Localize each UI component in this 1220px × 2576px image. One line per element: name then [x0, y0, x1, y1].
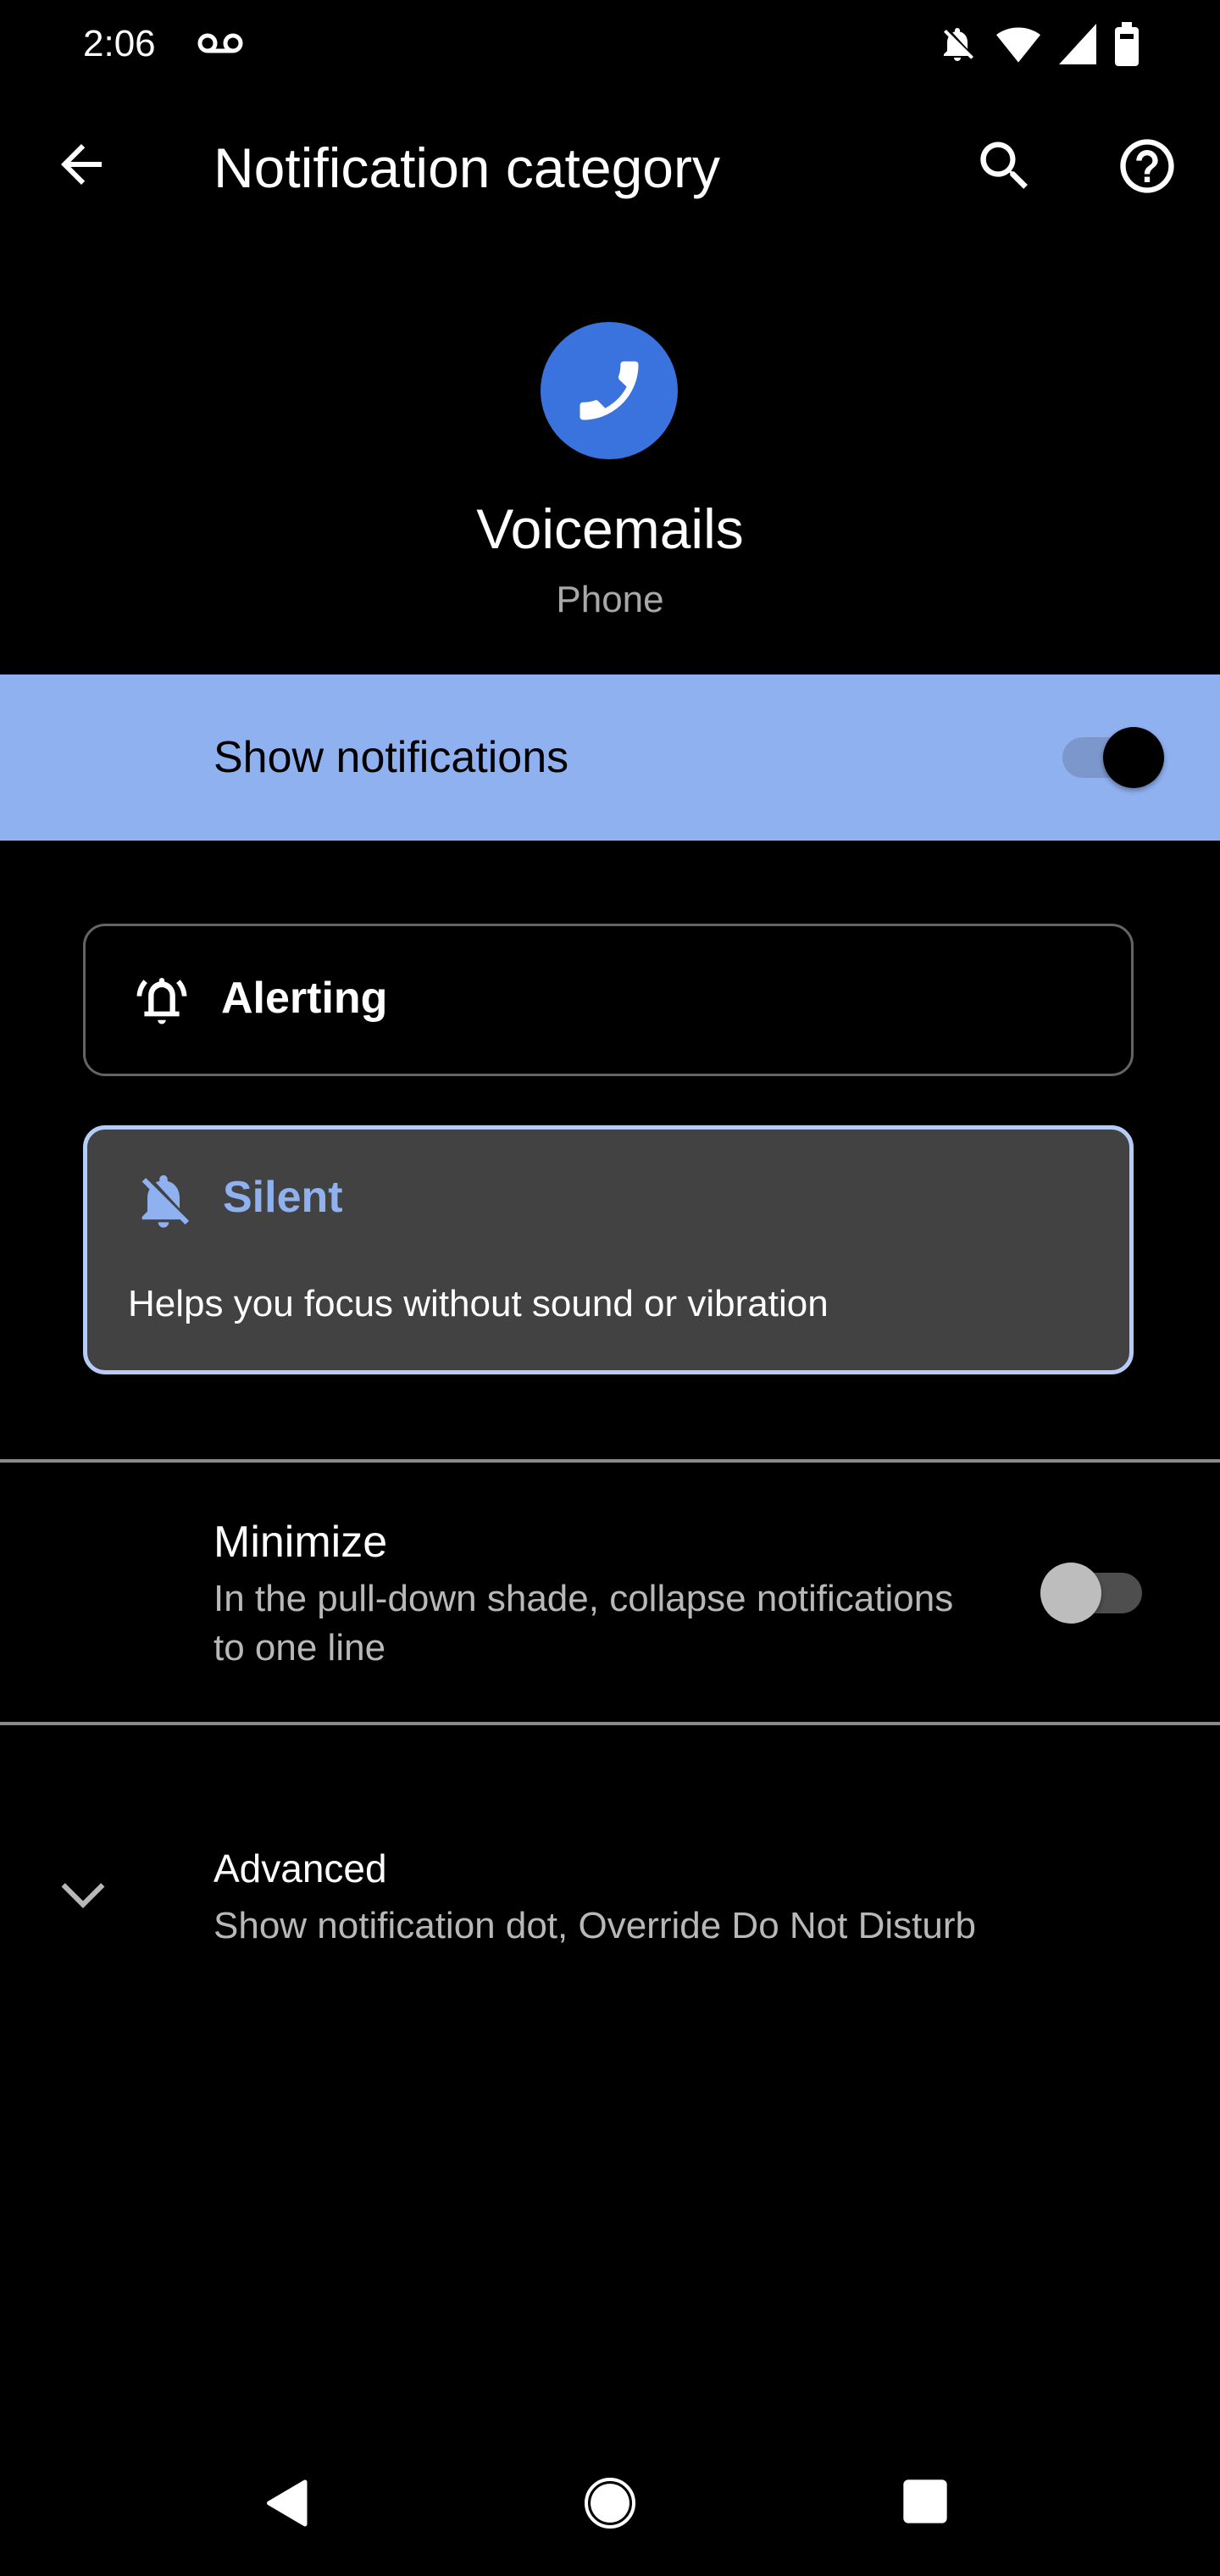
silent-option[interactable]: Silent Helps you focus without sound or …	[83, 1125, 1134, 1374]
notifications-off-icon	[944, 28, 973, 61]
status-time: 2:06	[83, 23, 156, 64]
status-icons	[937, 20, 1139, 68]
advanced-row[interactable]	[0, 1813, 1220, 1983]
advanced-title: Advanced	[214, 1846, 387, 1890]
app-name: Phone	[556, 579, 664, 620]
silent-label: Silent	[223, 1173, 343, 1222]
nav-home-icon[interactable]	[583, 2474, 637, 2532]
alerting-option[interactable]: Alerting	[83, 924, 1134, 1076]
divider	[0, 1722, 1220, 1725]
back-button[interactable]	[51, 134, 112, 195]
voicemail-icon	[197, 33, 243, 53]
phone-icon	[580, 361, 639, 420]
show-notifications-switch[interactable]	[1062, 727, 1164, 788]
silent-description: Helps you focus without sound or vibrati…	[128, 1283, 829, 1324]
page-title: Notification category	[214, 136, 720, 199]
nav-recents-icon[interactable]	[901, 2478, 949, 2525]
minimize-title: Minimize	[214, 1518, 388, 1567]
cell-signal-icon	[1059, 24, 1096, 64]
show-notifications-label: Show notifications	[214, 733, 569, 782]
bell-off-icon	[141, 1174, 190, 1228]
search-icon[interactable]	[973, 134, 1037, 198]
battery-icon	[1115, 22, 1139, 66]
advanced-summary: Show notification dot, Override Do Not D…	[214, 1905, 976, 1946]
nav-back-icon[interactable]	[263, 2478, 313, 2529]
chevron-down-icon[interactable]	[59, 1878, 107, 1912]
alerting-label: Alerting	[221, 974, 388, 1023]
help-icon[interactable]	[1115, 134, 1179, 198]
show-notifications-row[interactable]: Show notifications	[0, 675, 1220, 841]
minimize-switch[interactable]	[1040, 1563, 1142, 1624]
bell-ringing-icon	[136, 978, 187, 1024]
minimize-summary: In the pull-down shade, collapse notific…	[214, 1578, 954, 1668]
app-icon	[541, 322, 678, 459]
category-name: Voicemails	[476, 497, 744, 560]
wifi-icon	[996, 27, 1040, 63]
